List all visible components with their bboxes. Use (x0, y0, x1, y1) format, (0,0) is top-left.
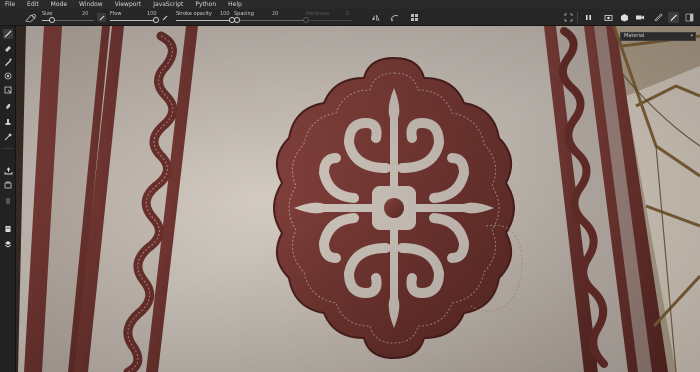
flow-label: Flow (110, 11, 122, 17)
pause-button[interactable] (583, 12, 594, 23)
paint-mode-button[interactable] (668, 12, 679, 23)
display-settings-button[interactable] (3, 239, 13, 249)
symmetry-button[interactable] (370, 12, 381, 23)
spacing-value[interactable]: 20 (272, 11, 278, 17)
menu-python[interactable]: Python (189, 0, 222, 9)
bake-button[interactable] (3, 180, 13, 190)
export-button[interactable] (3, 166, 13, 176)
picker-icon (4, 133, 12, 141)
tool-separator (3, 148, 13, 149)
brush-preset-icon (25, 13, 36, 22)
bake-icon (4, 181, 12, 189)
geometry-fill-tool[interactable] (3, 71, 13, 81)
color-picker-tool[interactable] (3, 132, 13, 142)
hardness-slider: Hardness 0 (303, 9, 352, 26)
texture-set-button[interactable] (3, 224, 13, 234)
shelf-icon (6, 198, 10, 204)
paint-tool[interactable] (3, 29, 13, 39)
spacing-slider[interactable]: Spacing 20 (233, 9, 304, 26)
texture-set-icon (5, 226, 11, 232)
flow-knob[interactable] (153, 17, 159, 23)
spacing-knob[interactable] (233, 17, 240, 23)
camera-icon (604, 15, 613, 21)
fit-icon (564, 13, 573, 22)
size-knob[interactable] (49, 17, 56, 23)
polygon-fill-tool[interactable] (3, 85, 13, 95)
camera-settings-button[interactable] (634, 12, 645, 23)
pen-icon (99, 15, 104, 20)
hardness-track (306, 20, 352, 21)
menu-edit[interactable]: Edit (21, 0, 45, 9)
shelf-button[interactable] (3, 196, 13, 206)
chevron-down-icon: ▾ (690, 33, 693, 39)
menu-bar: File Edit Mode Window Viewport JavaScrip… (0, 0, 700, 9)
mode-switch-button[interactable] (684, 12, 695, 23)
flow-pen-toggle[interactable] (161, 12, 169, 23)
material-dropdown[interactable]: Material ▾ (620, 32, 696, 41)
projection-icon (5, 58, 12, 66)
size-slider[interactable]: Size 20 (42, 9, 94, 26)
stroke-opacity-fill (176, 20, 232, 21)
menu-mode[interactable]: Mode (45, 0, 73, 9)
stroke-opacity-label: Stroke opacity (176, 11, 212, 17)
stroke-opacity-slider[interactable]: Stroke opacity 100 (176, 9, 235, 26)
flow-fill (110, 20, 156, 21)
grid-icon (411, 14, 418, 21)
lazy-mouse-button[interactable] (389, 12, 400, 23)
tool-options-bar: Size 20 Flow 100 Stroke opacity 100 Spac… (0, 9, 700, 26)
menu-file[interactable]: File (0, 0, 21, 9)
3d-viewport[interactable] (16, 26, 700, 372)
video-camera-icon (635, 15, 644, 20)
hardness-label: Hardness (306, 11, 330, 17)
camera-fit-button[interactable] (563, 12, 574, 23)
pause-icon (586, 15, 591, 20)
material-selected: Material (624, 33, 645, 39)
projection-tool[interactable] (3, 57, 13, 67)
size-pen-pressure-toggle[interactable] (97, 13, 106, 22)
polygon-fill-icon (4, 86, 12, 94)
viewport-render (16, 26, 700, 372)
brush-preset-button[interactable] (24, 11, 38, 24)
tool-sidebar (0, 26, 16, 372)
symmetry-icon (372, 14, 380, 21)
screenshot-button[interactable] (603, 12, 614, 23)
export-icon (4, 167, 12, 175)
paint-brush-icon (670, 14, 677, 21)
eraser-icon (5, 46, 11, 52)
brush-icon (4, 30, 12, 38)
hardness-value: 0 (346, 11, 350, 17)
spacing-track (234, 20, 304, 21)
hardness-knob (303, 17, 309, 23)
smudge-icon (6, 103, 11, 109)
menu-help[interactable]: Help (222, 0, 248, 9)
ruler-icon (654, 13, 663, 22)
smudge-tool[interactable] (3, 101, 13, 111)
lazy-mouse-icon (390, 15, 399, 21)
eraser-tool[interactable] (3, 43, 13, 53)
menu-javascript[interactable]: JavaScript (147, 0, 189, 9)
panel-icon (685, 13, 694, 22)
clone-tool[interactable] (3, 117, 13, 127)
geometry-fill-icon (4, 72, 12, 80)
stroke-opacity-value[interactable]: 100 (220, 11, 230, 17)
view-mode-button[interactable] (619, 12, 630, 23)
display-icon (4, 241, 12, 248)
size-value[interactable]: 20 (82, 11, 88, 17)
menu-viewport[interactable]: Viewport (109, 0, 148, 9)
cube-icon (621, 14, 628, 22)
pen-icon (162, 15, 168, 20)
menu-window[interactable]: Window (73, 0, 109, 9)
toolbar-separator (577, 12, 578, 23)
clone-icon (5, 119, 11, 125)
measure-button[interactable] (653, 12, 664, 23)
flow-slider[interactable]: Flow 100 (110, 9, 159, 26)
grid-button[interactable] (409, 12, 420, 23)
